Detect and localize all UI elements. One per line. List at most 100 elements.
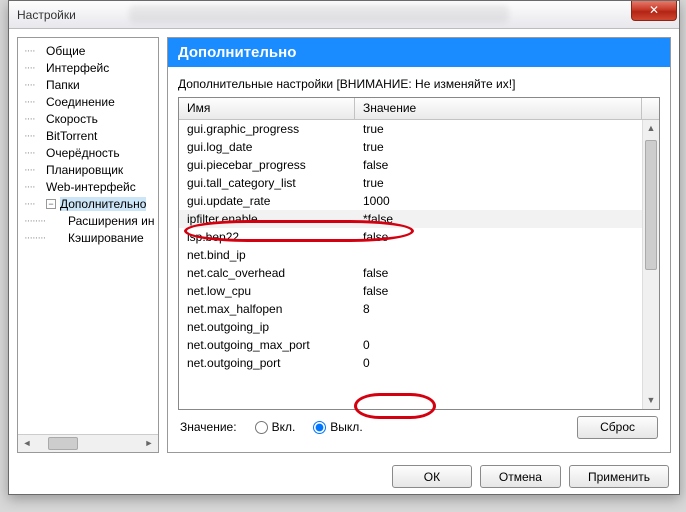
reset-button[interactable]: Сброс bbox=[577, 416, 658, 439]
tree-item-label: Интерфейс bbox=[46, 61, 109, 75]
scroll-up-icon[interactable]: ▲ bbox=[643, 120, 659, 137]
tree-dots: ···· bbox=[24, 96, 46, 108]
table-row[interactable]: gui.update_rate1000 bbox=[179, 192, 659, 210]
table-row[interactable]: net.outgoing_max_port0 bbox=[179, 336, 659, 354]
table-vertical-scrollbar[interactable]: ▲ ▼ bbox=[642, 120, 659, 409]
cell-name: net.outgoing_port bbox=[179, 356, 355, 370]
dialog-footer: ОК Отмена Применить bbox=[17, 461, 671, 488]
tree-item-label: Папки bbox=[46, 78, 80, 92]
table-row[interactable]: gui.log_datetrue bbox=[179, 138, 659, 156]
cell-value: false bbox=[355, 266, 659, 280]
upper-pane: ····Общие····Интерфейс····Папки····Соеди… bbox=[17, 37, 671, 453]
table-row[interactable]: isp.bep22false bbox=[179, 228, 659, 246]
dialog-body: ····Общие····Интерфейс····Папки····Соеди… bbox=[9, 29, 679, 494]
tree-item-bittorrent[interactable]: ····BitTorrent bbox=[18, 127, 158, 144]
titlebar[interactable]: Настройки ✕ bbox=[9, 1, 679, 29]
close-button[interactable]: ✕ bbox=[631, 1, 677, 21]
tree-item-очерёдность[interactable]: ····Очерёдность bbox=[18, 144, 158, 161]
column-name[interactable]: Имя bbox=[179, 98, 355, 119]
radio-off-input[interactable] bbox=[313, 421, 326, 434]
tree-list: ····Общие····Интерфейс····Папки····Соеди… bbox=[18, 38, 158, 434]
scroll-right-icon[interactable]: ► bbox=[140, 435, 158, 452]
table-row[interactable]: net.calc_overheadfalse bbox=[179, 264, 659, 282]
radio-off[interactable]: Выкл. bbox=[313, 420, 362, 434]
tree-dots: ···· bbox=[24, 164, 46, 176]
table-row[interactable]: net.bind_ip bbox=[179, 246, 659, 264]
cell-name: net.low_cpu bbox=[179, 284, 355, 298]
tree-item-интерфейс[interactable]: ····Интерфейс bbox=[18, 59, 158, 76]
value-edit-row: Значение: Вкл. Выкл. Сброс bbox=[178, 410, 660, 444]
cell-name: net.outgoing_ip bbox=[179, 320, 355, 334]
tree-item-label: Очерёдность bbox=[46, 146, 120, 160]
cell-value: 0 bbox=[355, 356, 659, 370]
settings-table: Имя Значение gui.graphic_progresstruegui… bbox=[178, 97, 660, 410]
apply-button[interactable]: Применить bbox=[569, 465, 669, 488]
table-body: gui.graphic_progresstruegui.log_datetrue… bbox=[179, 120, 659, 409]
tree-horizontal-scrollbar[interactable]: ◄ ► bbox=[18, 434, 158, 452]
table-header: Имя Значение bbox=[179, 98, 659, 120]
tree-dots: ···· bbox=[24, 130, 46, 142]
table-row[interactable]: gui.piecebar_progressfalse bbox=[179, 156, 659, 174]
tree-item-label: Web-интерфейс bbox=[46, 180, 136, 194]
value-label: Значение: bbox=[180, 420, 237, 434]
tree-item-label: Общие bbox=[46, 44, 85, 58]
cell-name: isp.bep22 bbox=[179, 230, 355, 244]
table-row[interactable]: net.outgoing_ip bbox=[179, 318, 659, 336]
warning-text: Дополнительные настройки [ВНИМАНИЕ: Не и… bbox=[178, 77, 660, 91]
tree-dots: ···· bbox=[24, 198, 46, 210]
table-row[interactable]: gui.tall_category_listtrue bbox=[179, 174, 659, 192]
cell-value: 8 bbox=[355, 302, 659, 316]
cell-name: ipfilter.enable bbox=[179, 212, 355, 226]
cell-value: true bbox=[355, 140, 659, 154]
blurred-background bbox=[129, 5, 509, 23]
tree-item-label: Дополнительно bbox=[60, 197, 146, 211]
cell-name: gui.update_rate bbox=[179, 194, 355, 208]
table-row[interactable]: gui.graphic_progresstrue bbox=[179, 120, 659, 138]
cancel-button[interactable]: Отмена bbox=[480, 465, 561, 488]
tree-dots: ···· bbox=[24, 79, 46, 91]
ok-button[interactable]: ОК bbox=[392, 465, 472, 488]
cell-name: net.bind_ip bbox=[179, 248, 355, 262]
tree-item-общие[interactable]: ····Общие bbox=[18, 42, 158, 59]
cell-name: gui.piecebar_progress bbox=[179, 158, 355, 172]
tree-item-label: Соединение bbox=[46, 95, 115, 109]
radio-off-label: Выкл. bbox=[330, 420, 362, 434]
tree-dots: ········ bbox=[24, 215, 68, 227]
tree-item-web-интерфейс[interactable]: ····Web-интерфейс bbox=[18, 178, 158, 195]
collapse-icon[interactable]: − bbox=[46, 199, 56, 209]
cell-value: false bbox=[355, 158, 659, 172]
panel-title: Дополнительно bbox=[168, 38, 670, 67]
scroll-left-icon[interactable]: ◄ bbox=[18, 435, 36, 452]
table-row[interactable]: ipfilter.enable*false bbox=[179, 210, 659, 228]
tree-item-дополнительно[interactable]: ····−Дополнительно bbox=[18, 195, 158, 212]
column-scroll-spacer bbox=[642, 98, 659, 119]
tree-item-соединение[interactable]: ····Соединение bbox=[18, 93, 158, 110]
table-row[interactable]: net.max_halfopen8 bbox=[179, 300, 659, 318]
tree-dots: ········ bbox=[24, 232, 68, 244]
tree-item-планировщик[interactable]: ····Планировщик bbox=[18, 161, 158, 178]
close-icon: ✕ bbox=[649, 3, 659, 17]
tree-dots: ···· bbox=[24, 45, 46, 57]
tree-dots: ···· bbox=[24, 113, 46, 125]
tree-item-скорость[interactable]: ····Скорость bbox=[18, 110, 158, 127]
tree-item-расширения-ин[interactable]: ········Расширения ин bbox=[18, 212, 158, 229]
cell-value: 1000 bbox=[355, 194, 659, 208]
table-row[interactable]: net.outgoing_port0 bbox=[179, 354, 659, 372]
radio-on[interactable]: Вкл. bbox=[255, 420, 296, 434]
cell-value: 0 bbox=[355, 338, 659, 352]
radio-on-label: Вкл. bbox=[272, 420, 296, 434]
tree-item-кэширование[interactable]: ········Кэширование bbox=[18, 229, 158, 246]
table-row[interactable]: net.low_cpufalse bbox=[179, 282, 659, 300]
cell-value: true bbox=[355, 122, 659, 136]
cell-name: gui.log_date bbox=[179, 140, 355, 154]
scroll-thumb[interactable] bbox=[48, 437, 78, 450]
cell-name: net.outgoing_max_port bbox=[179, 338, 355, 352]
scroll-thumb[interactable] bbox=[645, 140, 657, 270]
radio-on-input[interactable] bbox=[255, 421, 268, 434]
scroll-down-icon[interactable]: ▼ bbox=[643, 392, 659, 409]
cell-value: false bbox=[355, 230, 659, 244]
cell-name: gui.graphic_progress bbox=[179, 122, 355, 136]
column-value[interactable]: Значение bbox=[355, 98, 642, 119]
tree-dots: ···· bbox=[24, 147, 46, 159]
tree-item-папки[interactable]: ····Папки bbox=[18, 76, 158, 93]
